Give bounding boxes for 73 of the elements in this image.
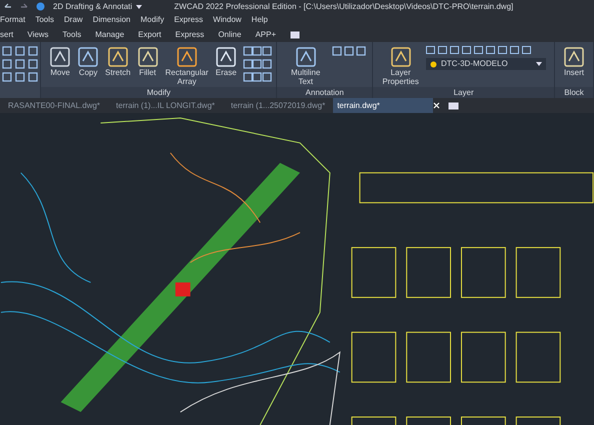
ribbon-button[interactable]: Stretch bbox=[105, 46, 131, 77]
file-tab[interactable]: terrain (1...25072019.dwg* bbox=[222, 98, 334, 113]
ribbon-tab[interactable]: APP+ bbox=[255, 28, 276, 40]
tool-icon[interactable] bbox=[252, 72, 262, 82]
tool-icon[interactable] bbox=[356, 46, 366, 56]
ribbon-button[interactable]: Rectangular Array bbox=[164, 46, 210, 86]
menu-item[interactable]: Help bbox=[251, 14, 268, 26]
tool-icon[interactable] bbox=[243, 59, 254, 69]
menu-item[interactable]: Window bbox=[212, 14, 242, 26]
tool-icon[interactable] bbox=[243, 72, 254, 82]
tool-icon[interactable] bbox=[262, 59, 272, 69]
close-icon[interactable] bbox=[433, 102, 440, 109]
tool-icon[interactable] bbox=[2, 59, 12, 69]
ribbon-button[interactable]: Layer Properties bbox=[381, 46, 420, 86]
tool-icon[interactable] bbox=[28, 59, 38, 69]
caret-icon bbox=[536, 62, 542, 66]
ribbon-button[interactable]: Fillet bbox=[136, 46, 159, 77]
redo-icon[interactable] bbox=[20, 2, 28, 10]
layer-name: DTC-3D-MODELO bbox=[441, 58, 509, 70]
ribbon-button[interactable]: Insert bbox=[563, 46, 585, 77]
tool-icon bbox=[176, 46, 198, 68]
tool-icon[interactable] bbox=[243, 46, 254, 56]
tool-icon bbox=[77, 46, 100, 68]
ribbon-tab[interactable]: Views bbox=[27, 28, 49, 40]
tool-icon[interactable] bbox=[28, 72, 38, 82]
tool-icon[interactable] bbox=[15, 72, 26, 82]
tool-icon[interactable] bbox=[2, 46, 12, 56]
file-tab[interactable]: terrain.dwg* bbox=[333, 98, 434, 113]
ribbon-tab[interactable]: Manage bbox=[95, 28, 124, 40]
panel-title: Block bbox=[555, 87, 593, 98]
menu-item[interactable]: Express bbox=[174, 14, 203, 26]
tool-icon[interactable] bbox=[332, 46, 342, 56]
window-title: ZWCAD 2022 Professional Edition - [C:\Users\Utilizador\Desktop\Videos\DTC-PRO\terrain.dwg] bbox=[174, 0, 514, 12]
ribbon-button[interactable]: Move bbox=[49, 46, 72, 77]
menu-item[interactable]: Format bbox=[0, 14, 26, 26]
tool-icon bbox=[106, 46, 129, 68]
panel-title: Modify bbox=[41, 87, 276, 98]
tool-icon bbox=[215, 46, 238, 68]
ribbon-tab[interactable]: Express bbox=[175, 28, 204, 40]
ribbon-tab[interactable]: Online bbox=[218, 28, 242, 40]
ribbon-tab[interactable]: Tools bbox=[62, 28, 82, 40]
ribbon-tab[interactable]: sert bbox=[0, 28, 14, 40]
tool-icon[interactable] bbox=[252, 46, 262, 56]
panel-title: Annotation bbox=[277, 87, 372, 98]
tool-icon bbox=[49, 46, 72, 68]
menu-item[interactable]: Modify bbox=[140, 14, 164, 26]
menu-item[interactable]: Tools bbox=[35, 14, 54, 26]
tool-icon[interactable] bbox=[344, 46, 354, 56]
workspace-dropdown[interactable]: 2D Drafting & Annotati bbox=[53, 0, 142, 12]
menu-item[interactable]: Dimension bbox=[92, 14, 130, 26]
ribbon-button[interactable]: Multiline Text bbox=[285, 46, 326, 86]
tool-icon[interactable] bbox=[2, 72, 12, 82]
tool-icon bbox=[136, 46, 159, 68]
tool-icon bbox=[390, 46, 412, 68]
tool-icon[interactable] bbox=[15, 59, 26, 69]
file-tab[interactable]: RASANTE00-FINAL.dwg* bbox=[0, 98, 108, 113]
tool-icon[interactable] bbox=[15, 46, 26, 56]
ribbon-button[interactable]: Erase bbox=[215, 46, 238, 77]
tool-icon bbox=[563, 46, 585, 68]
undo-icon[interactable] bbox=[4, 2, 12, 10]
menu-item[interactable]: Draw bbox=[64, 14, 83, 26]
panel-title: Layer bbox=[373, 87, 554, 98]
tool-icon[interactable] bbox=[262, 46, 272, 56]
layer-dropdown[interactable]: DTC-3D-MODELO bbox=[426, 58, 546, 70]
tool-icon[interactable] bbox=[252, 59, 262, 69]
file-tab[interactable]: terrain (1)...IL LONGIT.dwg* bbox=[108, 98, 223, 113]
tool-icon[interactable] bbox=[28, 46, 38, 56]
bulb-icon bbox=[430, 60, 437, 68]
ribbon-button[interactable]: Copy bbox=[77, 46, 100, 77]
tool-icon bbox=[294, 46, 317, 68]
caret-icon bbox=[136, 4, 142, 8]
tool-icon[interactable] bbox=[262, 72, 272, 82]
ribbon-tab[interactable]: Export bbox=[138, 28, 162, 40]
